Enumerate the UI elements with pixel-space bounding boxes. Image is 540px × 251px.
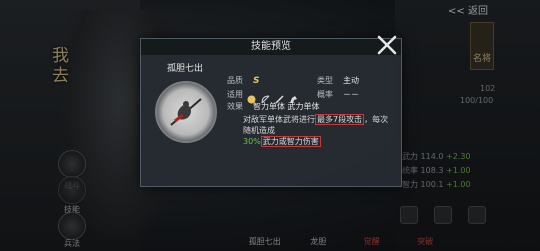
skill-name: 孤胆七出 xyxy=(167,64,204,74)
grade-value: S xyxy=(253,76,260,86)
effect-value: 智力单体 武力单体 xyxy=(253,102,320,111)
type-row: 类型 主动 xyxy=(317,76,359,85)
dialog-title: 技能预览 xyxy=(141,39,401,55)
apply-label: 适用 xyxy=(227,90,243,99)
highlight-attack-count: 最多7段攻击 xyxy=(315,114,365,125)
skill-preview-dialog: 技能预览 孤胆七出 品质 S 类型 主动 适用 概率 －－ 效果智力单体 武力单… xyxy=(140,38,402,187)
cavalry-icon xyxy=(289,89,298,103)
close-x-icon[interactable] xyxy=(376,34,398,56)
shield-icon xyxy=(247,89,256,104)
bow-icon xyxy=(261,89,270,104)
skill-description: 对敌军单体武将进行 最多7段攻击 ，每次随机造成 30% 武力或智力伤害 xyxy=(243,114,389,147)
effect-row: 效果 智力单体 武力单体 xyxy=(227,102,320,111)
type-value: 主动 xyxy=(343,76,359,85)
spear-warrior-icon xyxy=(155,81,217,143)
rate-value: －－ xyxy=(343,90,359,99)
highlight-damage-type: 武力或智力伤害 xyxy=(260,136,321,147)
spear-icon xyxy=(275,89,284,104)
rate-row: 概率 －－ xyxy=(317,90,359,99)
damage-percent: 30% xyxy=(243,137,261,146)
apply-icons xyxy=(247,89,298,104)
game-screen: 我去 战斗 技能 兵法 << 返回 名将 102 100/100 武力 114.… xyxy=(0,0,540,251)
grade-row: 品质 S xyxy=(227,76,260,86)
